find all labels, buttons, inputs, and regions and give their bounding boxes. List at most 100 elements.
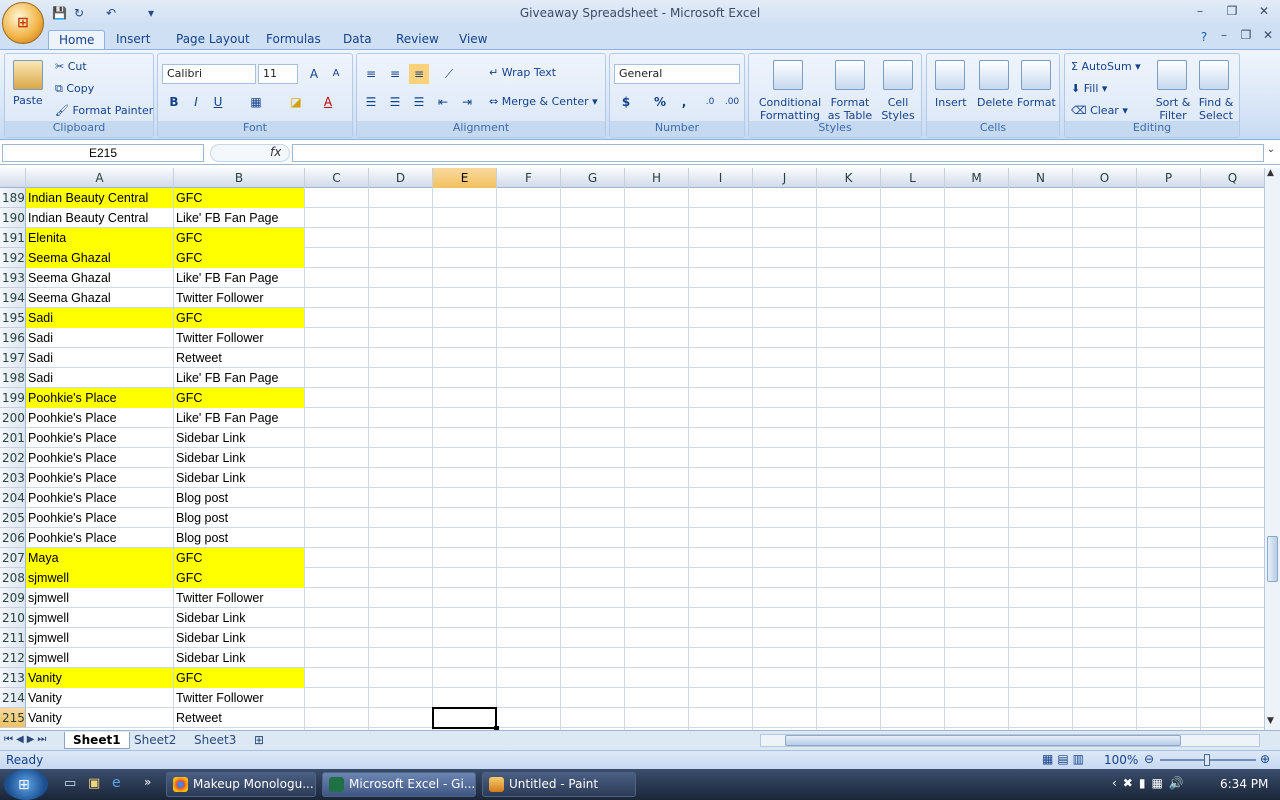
insert-sheet-icon[interactable]: ⊞	[246, 732, 272, 749]
clear-button[interactable]: ⌫ Clear ▾	[1071, 104, 1128, 117]
cell-a[interactable]: Indian Beauty Central	[26, 208, 173, 228]
row-header[interactable]: 197	[0, 348, 26, 368]
cell-a[interactable]: Poohkie's Place	[26, 488, 173, 508]
ribbon-close-icon[interactable]: ✕	[1258, 28, 1278, 44]
cell-b[interactable]: Like' FB Fan Page	[174, 208, 304, 228]
align-right-icon[interactable]: ☰	[409, 92, 429, 112]
restore-icon[interactable]: ❐	[1222, 4, 1242, 20]
borders-icon[interactable]: ▦	[246, 92, 266, 112]
cell-a[interactable]: Vanity	[26, 668, 173, 688]
row-header[interactable]: 189	[0, 188, 26, 208]
tab-data[interactable]: Data	[333, 30, 382, 50]
cell-b[interactable]: Sidebar Link	[174, 428, 304, 448]
copy-button[interactable]: ⧉ Copy	[55, 82, 94, 96]
format-button[interactable]: Format	[1017, 96, 1056, 109]
column-header-h[interactable]: H	[625, 168, 689, 188]
row-header[interactable]: 191	[0, 228, 26, 248]
cell-a[interactable]: Vanity	[26, 708, 173, 728]
column-header-m[interactable]: M	[945, 168, 1009, 188]
row-header[interactable]: 207	[0, 548, 26, 568]
cell-b[interactable]: Like' FB Fan Page	[174, 268, 304, 288]
sheet-tab-2[interactable]: Sheet2	[126, 732, 184, 749]
bold-button[interactable]: B	[164, 92, 184, 112]
cell-a[interactable]: Vanity	[26, 688, 173, 708]
zoom-in-icon[interactable]: ⊕	[1260, 752, 1270, 766]
cell-a[interactable]: sjmwell	[26, 608, 173, 628]
ribbon-restore-icon[interactable]: ❐	[1236, 28, 1256, 44]
scroll-up-icon[interactable]: ▲	[1267, 168, 1274, 178]
delete-cells-icon[interactable]	[979, 60, 1009, 90]
column-header-q[interactable]: Q	[1201, 168, 1265, 188]
cell-b[interactable]: Blog post	[174, 488, 304, 508]
cell-b[interactable]: Twitter Follower	[174, 688, 304, 708]
cell-b[interactable]: GFC	[174, 308, 304, 328]
cell-styles-icon[interactable]	[883, 60, 913, 90]
column-header-b[interactable]: B	[174, 168, 305, 188]
cut-button[interactable]: ✂ Cut	[55, 60, 87, 73]
show-desktop-icon[interactable]: ▭	[64, 776, 76, 791]
cell-b[interactable]: GFC	[174, 228, 304, 248]
comma-button[interactable]: ,	[674, 92, 694, 112]
cell-a[interactable]: Indian Beauty Central	[26, 188, 173, 208]
cell-a[interactable]: sjmwell	[26, 648, 173, 668]
clock[interactable]: 6:34 PM	[1220, 777, 1268, 791]
cell-a[interactable]: Poohkie's Place	[26, 408, 173, 428]
cell-a[interactable]: Seema Ghazal	[26, 288, 173, 308]
align-top-icon[interactable]: ≡	[361, 64, 381, 84]
format-painter-button[interactable]: 🖌 Format Painter	[55, 104, 153, 117]
orientation-icon[interactable]: ⟋	[439, 64, 459, 84]
cell-b[interactable]: Twitter Follower	[174, 288, 304, 308]
row-header[interactable]: 206	[0, 528, 26, 548]
cell-b[interactable]: GFC	[174, 668, 304, 688]
task-chrome[interactable]: Makeup Monologu...	[166, 772, 316, 797]
fill-button[interactable]: ⬇ Fill ▾	[1071, 82, 1107, 95]
delete-button[interactable]: Delete	[977, 96, 1013, 109]
cell-b[interactable]: Twitter Follower	[174, 328, 304, 348]
cell-a[interactable]: sjmwell	[26, 568, 173, 588]
more-launch-icon[interactable]: »	[144, 775, 151, 789]
row-header[interactable]: 205	[0, 508, 26, 528]
cell-styles-button[interactable]: Cell Styles	[877, 96, 919, 122]
row-header[interactable]: 200	[0, 408, 26, 428]
active-cell[interactable]	[432, 707, 497, 729]
cell-a[interactable]: Poohkie's Place	[26, 528, 173, 548]
cell-b[interactable]: GFC	[174, 388, 304, 408]
sort-filter-icon[interactable]	[1157, 60, 1187, 90]
cell-b[interactable]: Sidebar Link	[174, 628, 304, 648]
start-button[interactable]: ⊞	[4, 769, 48, 800]
row-header[interactable]: 193	[0, 268, 26, 288]
cell-b[interactable]: Sidebar Link	[174, 648, 304, 668]
cell-b[interactable]: Like' FB Fan Page	[174, 408, 304, 428]
find-select-icon[interactable]	[1199, 60, 1229, 90]
zoom-slider-thumb[interactable]	[1204, 754, 1210, 766]
insert-function-button[interactable]: fx	[270, 145, 281, 159]
underline-button[interactable]: U	[208, 92, 228, 112]
row-header[interactable]: 202	[0, 448, 26, 468]
cell-b[interactable]: GFC	[174, 568, 304, 588]
row-header[interactable]: 211	[0, 628, 26, 648]
cell-a[interactable]: Sadi	[26, 368, 173, 388]
column-header-d[interactable]: D	[369, 168, 433, 188]
percent-button[interactable]: %	[650, 92, 670, 112]
row-header[interactable]: 190	[0, 208, 26, 228]
column-header-i[interactable]: I	[689, 168, 753, 188]
tab-home[interactable]: Home	[48, 30, 106, 50]
row-header[interactable]: 212	[0, 648, 26, 668]
row-header[interactable]: 215	[0, 708, 26, 728]
cell-b[interactable]: Sidebar Link	[174, 608, 304, 628]
row-header[interactable]: 192	[0, 248, 26, 268]
align-middle-icon[interactable]: ≡	[385, 64, 405, 84]
shrink-font-icon[interactable]: A	[326, 64, 346, 84]
paste-icon[interactable]	[13, 60, 43, 90]
increase-indent-icon[interactable]: ⇥	[457, 92, 477, 112]
row-header[interactable]: 198	[0, 368, 26, 388]
sheet-nav-icons[interactable]: ⏮◀▶⏭	[4, 734, 49, 745]
column-header-f[interactable]: F	[497, 168, 561, 188]
insert-cells-icon[interactable]	[935, 60, 965, 90]
cell-b[interactable]: Blog post	[174, 528, 304, 548]
tab-insert[interactable]: Insert	[106, 30, 160, 50]
column-header-o[interactable]: O	[1073, 168, 1137, 188]
row-header[interactable]: 196	[0, 328, 26, 348]
cell-a[interactable]: Sadi	[26, 308, 173, 328]
italic-button[interactable]: I	[186, 92, 206, 112]
